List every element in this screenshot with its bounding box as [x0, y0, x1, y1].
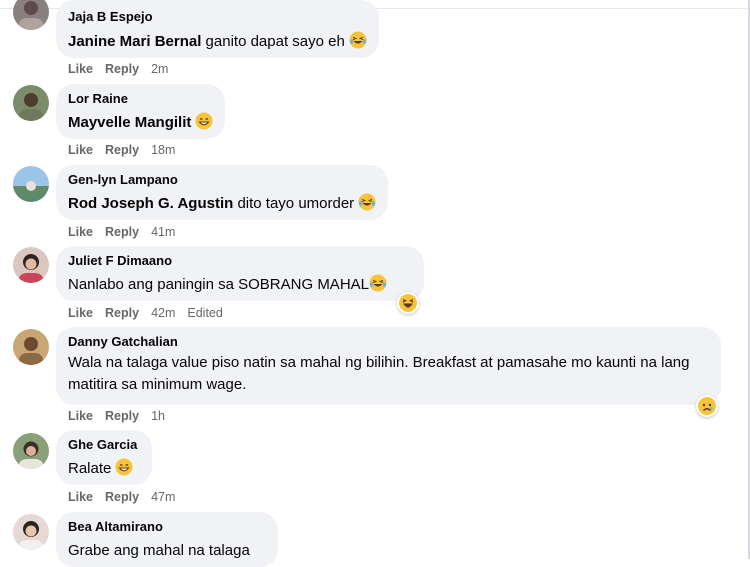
comment-bubble: Gen-lyn Lampano Rod Joseph G. Agustin di…	[56, 165, 389, 220]
laughing-tears-emoji	[369, 274, 387, 292]
comment-timestamp[interactable]: 47m	[151, 489, 175, 505]
sad-reaction-icon[interactable]	[696, 395, 718, 417]
avatar[interactable]	[13, 329, 49, 365]
comment-timestamp[interactable]: 1h	[151, 408, 165, 424]
comment-text: Nanlabo ang paningin sa SOBRANG MAHAL	[68, 274, 412, 296]
comment-actions: Like Reply 1h	[68, 408, 177, 424]
comment-body: Ralate	[68, 460, 112, 477]
reply-button[interactable]: Reply	[105, 61, 139, 77]
like-button[interactable]: Like	[68, 408, 93, 424]
comment-timestamp[interactable]: 18m	[151, 142, 175, 158]
reply-button[interactable]: Reply	[105, 408, 139, 424]
like-button[interactable]: Like	[68, 224, 93, 240]
mention-link[interactable]: Rod Joseph G. Agustin	[68, 195, 233, 212]
comment-author[interactable]: Gen-lyn Lampano	[68, 172, 376, 188]
comment-text: Ralate	[68, 458, 140, 480]
comment-timestamp[interactable]: 42m	[151, 305, 175, 321]
mention-link[interactable]: Janine Mari Bernal	[68, 33, 201, 50]
avatar[interactable]	[13, 514, 49, 550]
avatar[interactable]	[13, 247, 49, 283]
like-button[interactable]: Like	[68, 142, 93, 158]
like-button[interactable]: Like	[68, 305, 93, 321]
comment-author[interactable]: Ghe Garcia	[68, 437, 140, 453]
comment-author[interactable]: Juliet F Dimaano	[68, 253, 412, 269]
comment-actions: Like Reply 18m	[68, 142, 187, 158]
haha-reaction-icon[interactable]	[397, 292, 419, 314]
comment-author[interactable]: Lor Raine	[68, 91, 213, 107]
comment-actions: Like Reply 47m	[68, 489, 187, 505]
reply-button[interactable]: Reply	[105, 142, 139, 158]
comment-author[interactable]: Bea Altamirano	[68, 519, 266, 535]
comment-body: Nanlabo ang paningin sa SOBRANG MAHAL	[68, 276, 369, 293]
comment-bubble: Lor Raine Mayvelle Mangilit	[56, 84, 226, 139]
reply-button[interactable]: Reply	[105, 489, 139, 505]
comment-bubble: Jaja B Espejo Janine Mari Bernal ganito …	[56, 0, 379, 58]
laughing-tears-emoji	[358, 193, 376, 211]
like-button[interactable]: Like	[68, 489, 93, 505]
avatar[interactable]	[13, 85, 49, 121]
comment-bubble: Juliet F Dimaano Nanlabo ang paningin sa…	[56, 246, 424, 301]
comment-body: ganito dapat sayo eh	[201, 33, 345, 50]
edited-label: Edited	[187, 306, 223, 320]
comment-actions: Like Reply 2m	[68, 61, 180, 77]
comment-text: Wala na talaga value piso natin sa mahal…	[68, 354, 690, 393]
reply-button[interactable]: Reply	[105, 224, 139, 240]
grinning-emoji	[115, 458, 133, 476]
comment-body: dito tayo umorder	[233, 195, 355, 212]
comment-text: Mayvelle Mangilit	[68, 112, 213, 134]
reply-button[interactable]: Reply	[105, 305, 139, 321]
mention-link[interactable]: Mayvelle Mangilit	[68, 114, 191, 131]
like-button[interactable]: Like	[68, 61, 93, 77]
comment-author[interactable]: Jaja B Espejo	[68, 9, 367, 25]
comment-text: Janine Mari Bernal ganito dapat sayo eh	[68, 31, 367, 53]
comment-text: Rod Joseph G. Agustin dito tayo umorder	[68, 193, 376, 215]
comment-author[interactable]: Danny Gatchalian	[68, 334, 709, 350]
avatar[interactable]	[13, 166, 49, 202]
comment-bubble: Ghe Garcia Ralate	[56, 430, 152, 485]
comment-timestamp[interactable]: 41m	[151, 224, 175, 240]
comment-actions: Like Reply 41m	[68, 224, 187, 240]
comment-timestamp[interactable]: 2m	[151, 61, 168, 77]
laughing-tears-emoji	[349, 31, 367, 49]
avatar[interactable]	[13, 433, 49, 469]
comment-actions: Like Reply 42m Edited	[68, 305, 235, 321]
comment-bubble: Danny Gatchalian Wala na talaga value pi…	[56, 327, 721, 405]
grinning-emoji	[195, 112, 213, 130]
avatar[interactable]	[13, 0, 49, 30]
